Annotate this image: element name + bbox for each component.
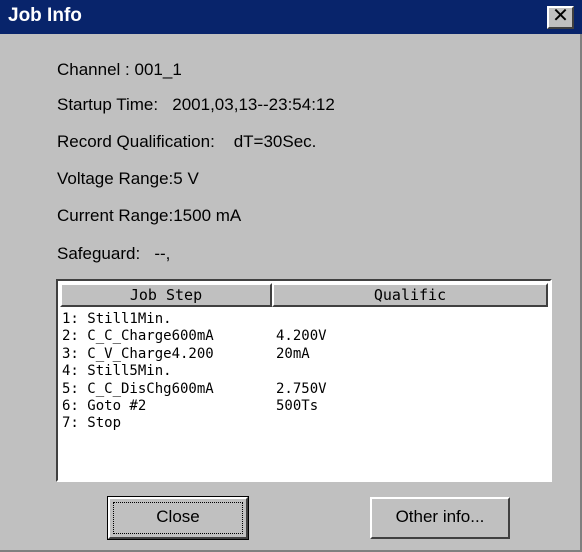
job-step-cell: 1: Still1Min. bbox=[62, 311, 172, 327]
qualific-cell: 2.750V bbox=[276, 380, 327, 397]
column-header-job-step[interactable]: Job Step bbox=[60, 283, 272, 307]
qualific-cell: 4.200V bbox=[276, 328, 327, 345]
job-info-dialog: Job Info ✕ Channel : 001_1 Startup Time:… bbox=[0, 0, 582, 552]
close-button[interactable]: Close bbox=[107, 496, 249, 540]
job-steps-list[interactable]: Job Step Qualific 1: Still1Min. 2: C_C_C… bbox=[56, 279, 552, 482]
channel-label: Channel : 001_1 bbox=[57, 60, 182, 79]
other-info-button[interactable]: Other info... bbox=[370, 497, 510, 539]
current-range-label: Current Range:1500 mA bbox=[57, 206, 242, 225]
job-step-cell: 6: Goto #2 bbox=[62, 397, 147, 414]
job-step-cell: 7: Stop bbox=[62, 415, 122, 432]
dialog-title: Job Info bbox=[8, 5, 82, 26]
job-step-cell: 2: C_C_Charge600mA bbox=[62, 328, 214, 345]
job-step-cell: 4: Still5Min. bbox=[62, 363, 172, 380]
safeguard-label: Safeguard: --, bbox=[57, 244, 171, 263]
title-bar[interactable]: Job Info ✕ bbox=[0, 0, 582, 34]
close-icon[interactable]: ✕ bbox=[547, 6, 574, 29]
job-step-cell: 3: C_V_Charge4.200 bbox=[62, 345, 214, 362]
startup-time-label: Startup Time: 2001,03,13--23:54:12 bbox=[57, 95, 335, 114]
focus-rect bbox=[113, 502, 243, 534]
qualific-cell: 500Ts bbox=[276, 397, 319, 414]
job-step-cell: 5: C_C_DisChg600mA bbox=[62, 380, 214, 397]
voltage-range-label: Voltage Range:5 V bbox=[57, 169, 199, 188]
record-qualification-label: Record Qualification: dT=30Sec. bbox=[57, 132, 317, 151]
qualific-cell: 20mA bbox=[276, 345, 310, 362]
column-header-qualific[interactable]: Qualific bbox=[272, 283, 548, 307]
other-info-button-label: Other info... bbox=[395, 507, 485, 526]
